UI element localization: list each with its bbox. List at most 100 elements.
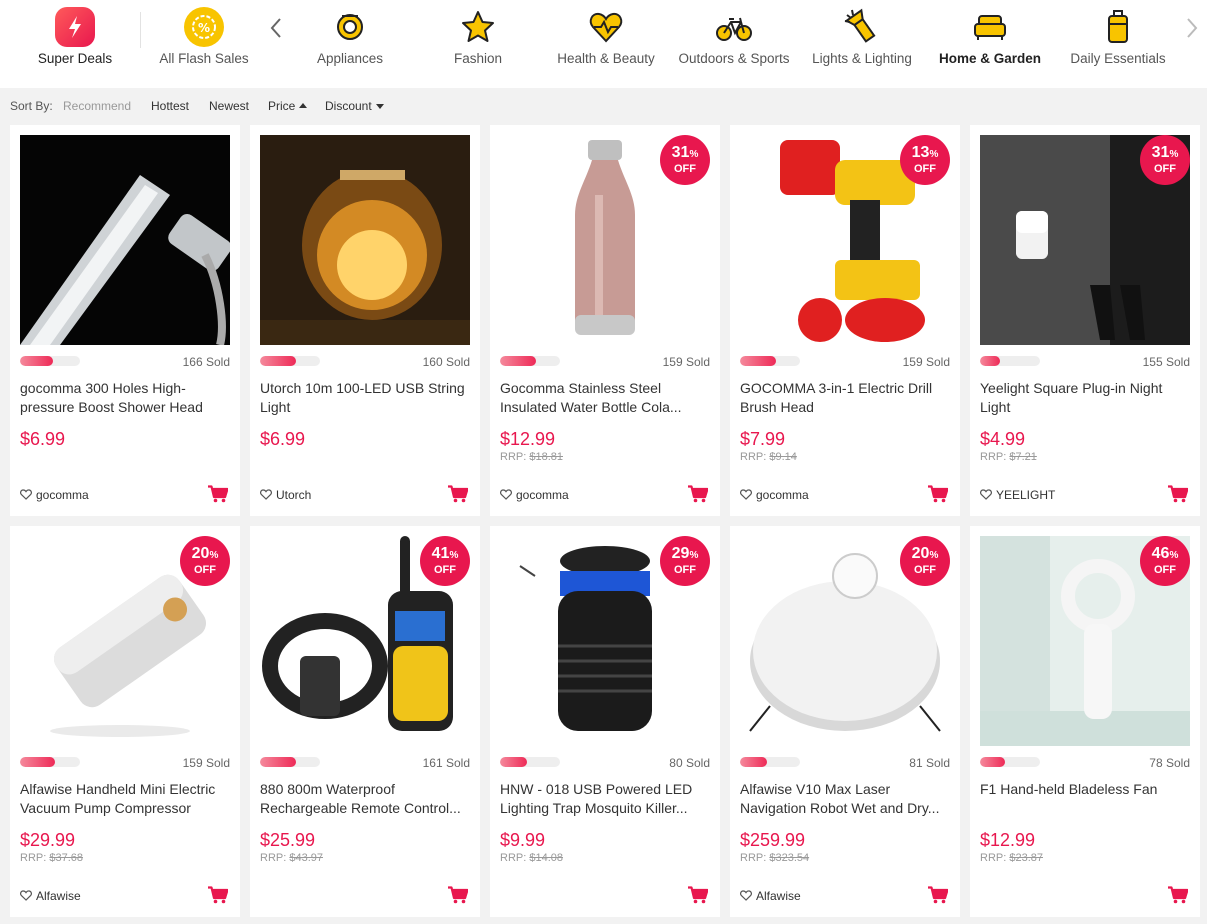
- discount-badge: 29% OFF: [660, 536, 710, 586]
- rrp-label: RRP:: [500, 852, 527, 864]
- store-link[interactable]: YEELIGHT: [980, 488, 1055, 502]
- product-card[interactable]: 46% OFF 78 Sold F1 Hand-held Bladeless Fan $…: [970, 526, 1200, 917]
- store-link[interactable]: Alfawise: [20, 889, 81, 903]
- product-title[interactable]: HNW - 018 USB Powered LED Lighting Trap …: [500, 780, 710, 818]
- cart-icon[interactable]: [928, 886, 948, 904]
- product-price: $259.99: [740, 830, 806, 850]
- svg-text:%: %: [198, 21, 210, 35]
- sold-progress-bar: [740, 757, 800, 767]
- product-title[interactable]: Alfawise Handheld Mini Electric Vacuum P…: [20, 780, 230, 818]
- product-price: $29.99: [20, 830, 76, 850]
- rrp-price: RRP: $9.14: [740, 451, 797, 463]
- rrp-price: RRP: $323.54: [740, 852, 809, 864]
- sort-price[interactable]: Price: [268, 99, 308, 113]
- nav-category-label: Daily Essentials: [1070, 51, 1166, 66]
- discount-off-label: OFF: [194, 564, 216, 576]
- category-nav: Super Deals % All Flash Sales Appliances…: [0, 0, 1207, 88]
- cart-icon[interactable]: [448, 886, 468, 904]
- nav-category-outdoors-sports[interactable]: Outdoors & Sports: [670, 0, 798, 88]
- product-title[interactable]: Alfawise V10 Max Laser Navigation Robot …: [740, 780, 950, 818]
- cart-icon[interactable]: [448, 485, 468, 503]
- cart-icon[interactable]: [208, 886, 228, 904]
- discount-percent: 29%: [671, 545, 699, 562]
- sold-progress-fill: [740, 757, 767, 767]
- product-card[interactable]: 160 Sold Utorch 10m 100-LED USB String Li…: [250, 125, 480, 516]
- product-card[interactable]: 166 Sold gocomma 300 Holes High-pressure …: [10, 125, 240, 516]
- store-name: gocomma: [516, 488, 569, 502]
- discount-value: 46: [1151, 545, 1170, 562]
- cart-icon[interactable]: [1168, 485, 1188, 503]
- rrp-label: RRP:: [20, 852, 47, 864]
- string-light-jar-image[interactable]: [260, 135, 470, 345]
- product-card[interactable]: 41% OFF 161 Sold 880 800m Waterproof Rechar…: [250, 526, 480, 917]
- nav-category-appliances[interactable]: Appliances: [286, 0, 414, 88]
- nav-all-flash-sales[interactable]: % All Flash Sales: [140, 0, 268, 88]
- cart-icon[interactable]: [208, 485, 228, 503]
- appliance-icon: [330, 7, 370, 47]
- discount-percent: 20%: [911, 545, 939, 562]
- sold-progress-bar: [980, 757, 1040, 767]
- sort-discount[interactable]: Discount: [325, 99, 384, 113]
- product-card[interactable]: 20% OFF 159 Sold Alfawise Handheld Mini Ele…: [10, 526, 240, 917]
- nav-category-fashion[interactable]: Fashion: [414, 0, 542, 88]
- percent-coupon-icon: %: [184, 7, 224, 47]
- nav-category-home-garden[interactable]: Home & Garden: [926, 0, 1054, 88]
- nav-next-arrow-icon[interactable]: [1182, 15, 1202, 41]
- star-icon: [458, 7, 498, 47]
- rrp-label: RRP:: [740, 451, 767, 463]
- cart-icon[interactable]: [1168, 886, 1188, 904]
- discount-off-label: OFF: [674, 564, 696, 576]
- product-title[interactable]: GOCOMMA 3-in-1 Electric Drill Brush Head: [740, 379, 950, 417]
- sort-hottest[interactable]: Hottest: [151, 99, 189, 113]
- discount-badge: 13% OFF: [900, 135, 950, 185]
- store-link[interactable]: Alfawise: [740, 889, 801, 903]
- nav-category-daily-essentials[interactable]: Daily Essentials: [1054, 0, 1182, 88]
- sold-count: 81 Sold: [909, 756, 950, 770]
- discount-off-label: OFF: [674, 163, 696, 175]
- discount-value: 31: [671, 144, 690, 161]
- product-card[interactable]: 29% OFF 80 Sold HNW - 018 USB Powered LED L…: [490, 526, 720, 917]
- sold-count: 155 Sold: [1142, 355, 1190, 369]
- store-link[interactable]: gocomma: [20, 488, 89, 502]
- product-title[interactable]: F1 Hand-held Bladeless Fan: [980, 780, 1190, 818]
- store-link[interactable]: Utorch: [260, 488, 311, 502]
- rrp-label: RRP:: [500, 451, 527, 463]
- nav-category-label: Home & Garden: [938, 51, 1042, 66]
- product-title[interactable]: gocomma 300 Holes High-pressure Boost Sh…: [20, 379, 230, 417]
- product-title[interactable]: Gocomma Stainless Steel Insulated Water …: [500, 379, 710, 417]
- nav-category-label: Health & Beauty: [557, 51, 655, 66]
- nav-category-health-beauty[interactable]: Health & Beauty: [542, 0, 670, 88]
- shower-head-image[interactable]: [20, 135, 230, 345]
- store-link[interactable]: gocomma: [500, 488, 569, 502]
- product-card[interactable]: 20% OFF 81 Sold Alfawise V10 Max Laser Navi…: [730, 526, 960, 917]
- sort-newest[interactable]: Newest: [209, 99, 249, 113]
- product-title[interactable]: 880 800m Waterproof Rechargeable Remote …: [260, 780, 470, 818]
- product-title[interactable]: Utorch 10m 100-LED USB String Light: [260, 379, 470, 417]
- heart-icon[interactable]: [20, 489, 32, 500]
- sort-recommend[interactable]: Recommend: [63, 99, 131, 113]
- nav-super-deals[interactable]: Super Deals: [11, 0, 139, 88]
- heart-icon[interactable]: [980, 489, 992, 500]
- cart-icon[interactable]: [688, 485, 708, 503]
- heart-icon[interactable]: [740, 489, 752, 500]
- nav-category-lights-lighting[interactable]: Lights & Lighting: [798, 0, 926, 88]
- heart-icon[interactable]: [500, 489, 512, 500]
- store-link[interactable]: gocomma: [740, 488, 809, 502]
- bottle-icon: [1098, 7, 1138, 47]
- rrp-value: $323.54: [769, 852, 810, 864]
- heart-pulse-icon: [586, 7, 626, 47]
- product-title[interactable]: Yeelight Square Plug-in Night Light: [980, 379, 1190, 417]
- cart-icon[interactable]: [928, 485, 948, 503]
- sofa-icon: [970, 7, 1010, 47]
- product-card[interactable]: 31% OFF 159 Sold Gocomma Stainless Steel In…: [490, 125, 720, 516]
- heart-icon[interactable]: [740, 890, 752, 901]
- heart-icon[interactable]: [20, 890, 32, 901]
- nav-prev-arrow-icon[interactable]: [266, 15, 286, 41]
- heart-icon[interactable]: [260, 489, 272, 500]
- product-card[interactable]: 13% OFF 159 Sold GOCOMMA 3-in-1 Electric Dr…: [730, 125, 960, 516]
- store-name: Alfawise: [36, 889, 81, 903]
- product-card[interactable]: 31% OFF 155 Sold Yeelight Square Plug-in Ni…: [970, 125, 1200, 516]
- cart-icon[interactable]: [688, 886, 708, 904]
- store-name: Alfawise: [756, 889, 801, 903]
- sold-progress-bar: [500, 757, 560, 767]
